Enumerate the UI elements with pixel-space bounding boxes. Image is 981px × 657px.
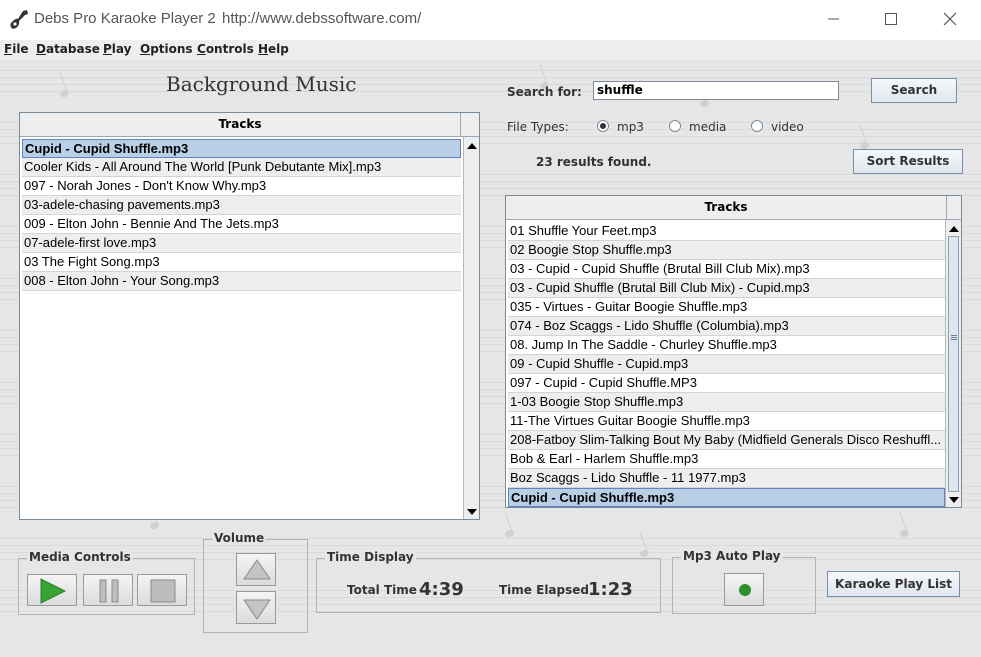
table-row[interactable]: 01 Shuffle Your Feet.mp3 (508, 222, 945, 241)
music-note (899, 528, 910, 539)
time-elapsed-value: 1:23 (588, 579, 633, 600)
table-row[interactable]: 03 - Cupid Shuffle (Brutal Bill Club Mix… (508, 279, 945, 298)
table-row[interactable]: 03 The Fight Song.mp3 (22, 253, 461, 272)
search-input[interactable]: shuffle (593, 81, 839, 100)
stop-icon (150, 579, 176, 603)
radio-video-label[interactable]: video (771, 120, 804, 134)
music-note (699, 98, 710, 109)
status-dot-icon (739, 584, 751, 596)
table-row[interactable]: 03-adele-chasing pavements.mp3 (22, 196, 461, 215)
title-bar: Debs Pro Karaoke Player 2 http://www.deb… (0, 0, 981, 40)
minimize-icon[interactable] (822, 8, 844, 30)
search-button[interactable]: Search (871, 78, 957, 103)
search-results-table: Tracks 01 Shuffle Your Feet.mp3 02 Boogie… (505, 195, 962, 508)
table-row[interactable]: 03 - Cupid - Cupid Shuffle (Brutal Bill … (508, 260, 945, 279)
menu-file[interactable]: File (4, 42, 29, 56)
menu-options[interactable]: Options (140, 42, 193, 56)
tracks-column-header[interactable]: Tracks (20, 113, 461, 137)
menu-database[interactable]: Database (36, 42, 100, 56)
stop-button[interactable] (137, 574, 187, 606)
table-row[interactable]: Bob & Earl - Harlem Shuffle.mp3 (508, 450, 945, 469)
total-time-label: Total Time (347, 583, 417, 597)
table-row[interactable]: 1-03 Boogie Stop Shuffle.mp3 (508, 393, 945, 412)
table-row[interactable]: 11-The Virtues Guitar Boogie Shuffle.mp3 (508, 412, 945, 431)
time-elapsed-label: Time Elapsed (499, 583, 589, 597)
pause-button[interactable] (83, 574, 133, 606)
table-row[interactable]: 08. Jump In The Saddle - Churley Shuffle… (508, 336, 945, 355)
scroll-thumb[interactable] (948, 236, 959, 492)
background-music-heading: Background Music (166, 72, 357, 96)
scroll-up-icon[interactable] (949, 226, 959, 232)
volume-down-button[interactable] (236, 591, 276, 624)
table-row[interactable]: 09 - Cupid Shuffle - Cupid.mp3 (508, 355, 945, 374)
volume-label: Volume (212, 531, 267, 545)
scroll-up-icon[interactable] (467, 143, 477, 149)
table-row[interactable]: 008 - Elton John - Your Song.mp3 (22, 272, 461, 291)
scroll-grip (951, 339, 957, 340)
pause-icon (99, 579, 119, 603)
volume-up-button[interactable] (236, 553, 276, 586)
table-row[interactable]: 035 - Virtues - Guitar Boogie Shuffle.mp… (508, 298, 945, 317)
menu-controls[interactable]: Controls (197, 42, 254, 56)
tracks-header[interactable]: Tracks (20, 113, 479, 137)
scroll-down-icon[interactable] (467, 509, 477, 515)
menu-bar: File Database Play Options Controls Help (0, 40, 981, 60)
autoplay-label: Mp3 Auto Play (681, 549, 783, 563)
results-column-header[interactable]: Tracks (506, 196, 947, 220)
table-row[interactable]: Cupid - Cupid Shuffle.mp3 (22, 139, 461, 158)
scroll-grip (951, 337, 957, 338)
results-count: 23 results found. (536, 155, 652, 169)
scroll-grip (951, 335, 957, 336)
music-note (504, 528, 515, 539)
karaoke-playlist-button[interactable]: Karaoke Play List (827, 571, 960, 597)
results-header[interactable]: Tracks (506, 196, 961, 220)
window-url: http://www.debssoftware.com/ (222, 10, 422, 27)
table-row[interactable]: Boz Scaggs - Lido Shuffle - 11 1977.mp3 (508, 469, 945, 488)
total-time-value: 4:39 (419, 579, 464, 600)
right-scrollbar[interactable] (945, 220, 961, 507)
menu-help[interactable]: Help (258, 42, 289, 56)
radio-media[interactable] (669, 120, 681, 132)
play-icon (40, 578, 67, 604)
maximize-icon[interactable] (880, 8, 902, 30)
table-row[interactable]: 097 - Norah Jones - Don't Know Why.mp3 (22, 177, 461, 196)
music-note (149, 520, 160, 531)
window-title: Debs Pro Karaoke Player 2 (34, 10, 216, 27)
time-display-label: Time Display (325, 550, 416, 564)
radio-video[interactable] (751, 120, 763, 132)
radio-mp3-label[interactable]: mp3 (617, 120, 644, 134)
close-icon[interactable] (939, 8, 961, 30)
table-row[interactable]: 07-adele-first love.mp3 (22, 234, 461, 253)
table-row[interactable]: Cupid - Cupid Shuffle.mp3 (508, 488, 945, 507)
autoplay-group: Mp3 Auto Play (672, 549, 816, 614)
radio-mp3[interactable] (597, 120, 609, 132)
play-button[interactable] (27, 574, 77, 606)
time-display-group: Time Display Total Time 4:39 Time Elapse… (316, 550, 661, 613)
file-types-label: File Types: (507, 120, 569, 134)
media-controls-label: Media Controls (27, 550, 133, 564)
sort-results-button[interactable]: Sort Results (853, 149, 963, 174)
background-tracks-table: Tracks Cupid - Cupid Shuffle.mp3 Cooler K… (19, 112, 480, 520)
arrow-down-icon (243, 599, 271, 620)
table-row[interactable]: 208-Fatboy Slim-Talking Bout My Baby (Mi… (508, 431, 945, 450)
media-controls-group: Media Controls (18, 550, 195, 615)
table-row[interactable]: 009 - Elton John - Bennie And The Jets.m… (22, 215, 461, 234)
menu-play[interactable]: Play (103, 42, 131, 56)
scroll-down-icon[interactable] (949, 497, 959, 503)
autoplay-toggle-button[interactable] (724, 573, 764, 606)
left-scrollbar[interactable] (463, 137, 479, 519)
arrow-up-icon (243, 559, 271, 580)
guitar-icon (10, 10, 29, 29)
radio-media-label[interactable]: media (689, 120, 726, 134)
table-row[interactable]: 074 - Boz Scaggs - Lido Shuffle (Columbi… (508, 317, 945, 336)
search-label: Search for: (507, 85, 582, 99)
table-row[interactable]: Cooler Kids - All Around The World [Punk… (22, 158, 461, 177)
table-row[interactable]: 02 Boogie Stop Shuffle.mp3 (508, 241, 945, 260)
table-row[interactable]: 097 - Cupid - Cupid Shuffle.MP3 (508, 374, 945, 393)
volume-group: Volume (203, 531, 308, 633)
